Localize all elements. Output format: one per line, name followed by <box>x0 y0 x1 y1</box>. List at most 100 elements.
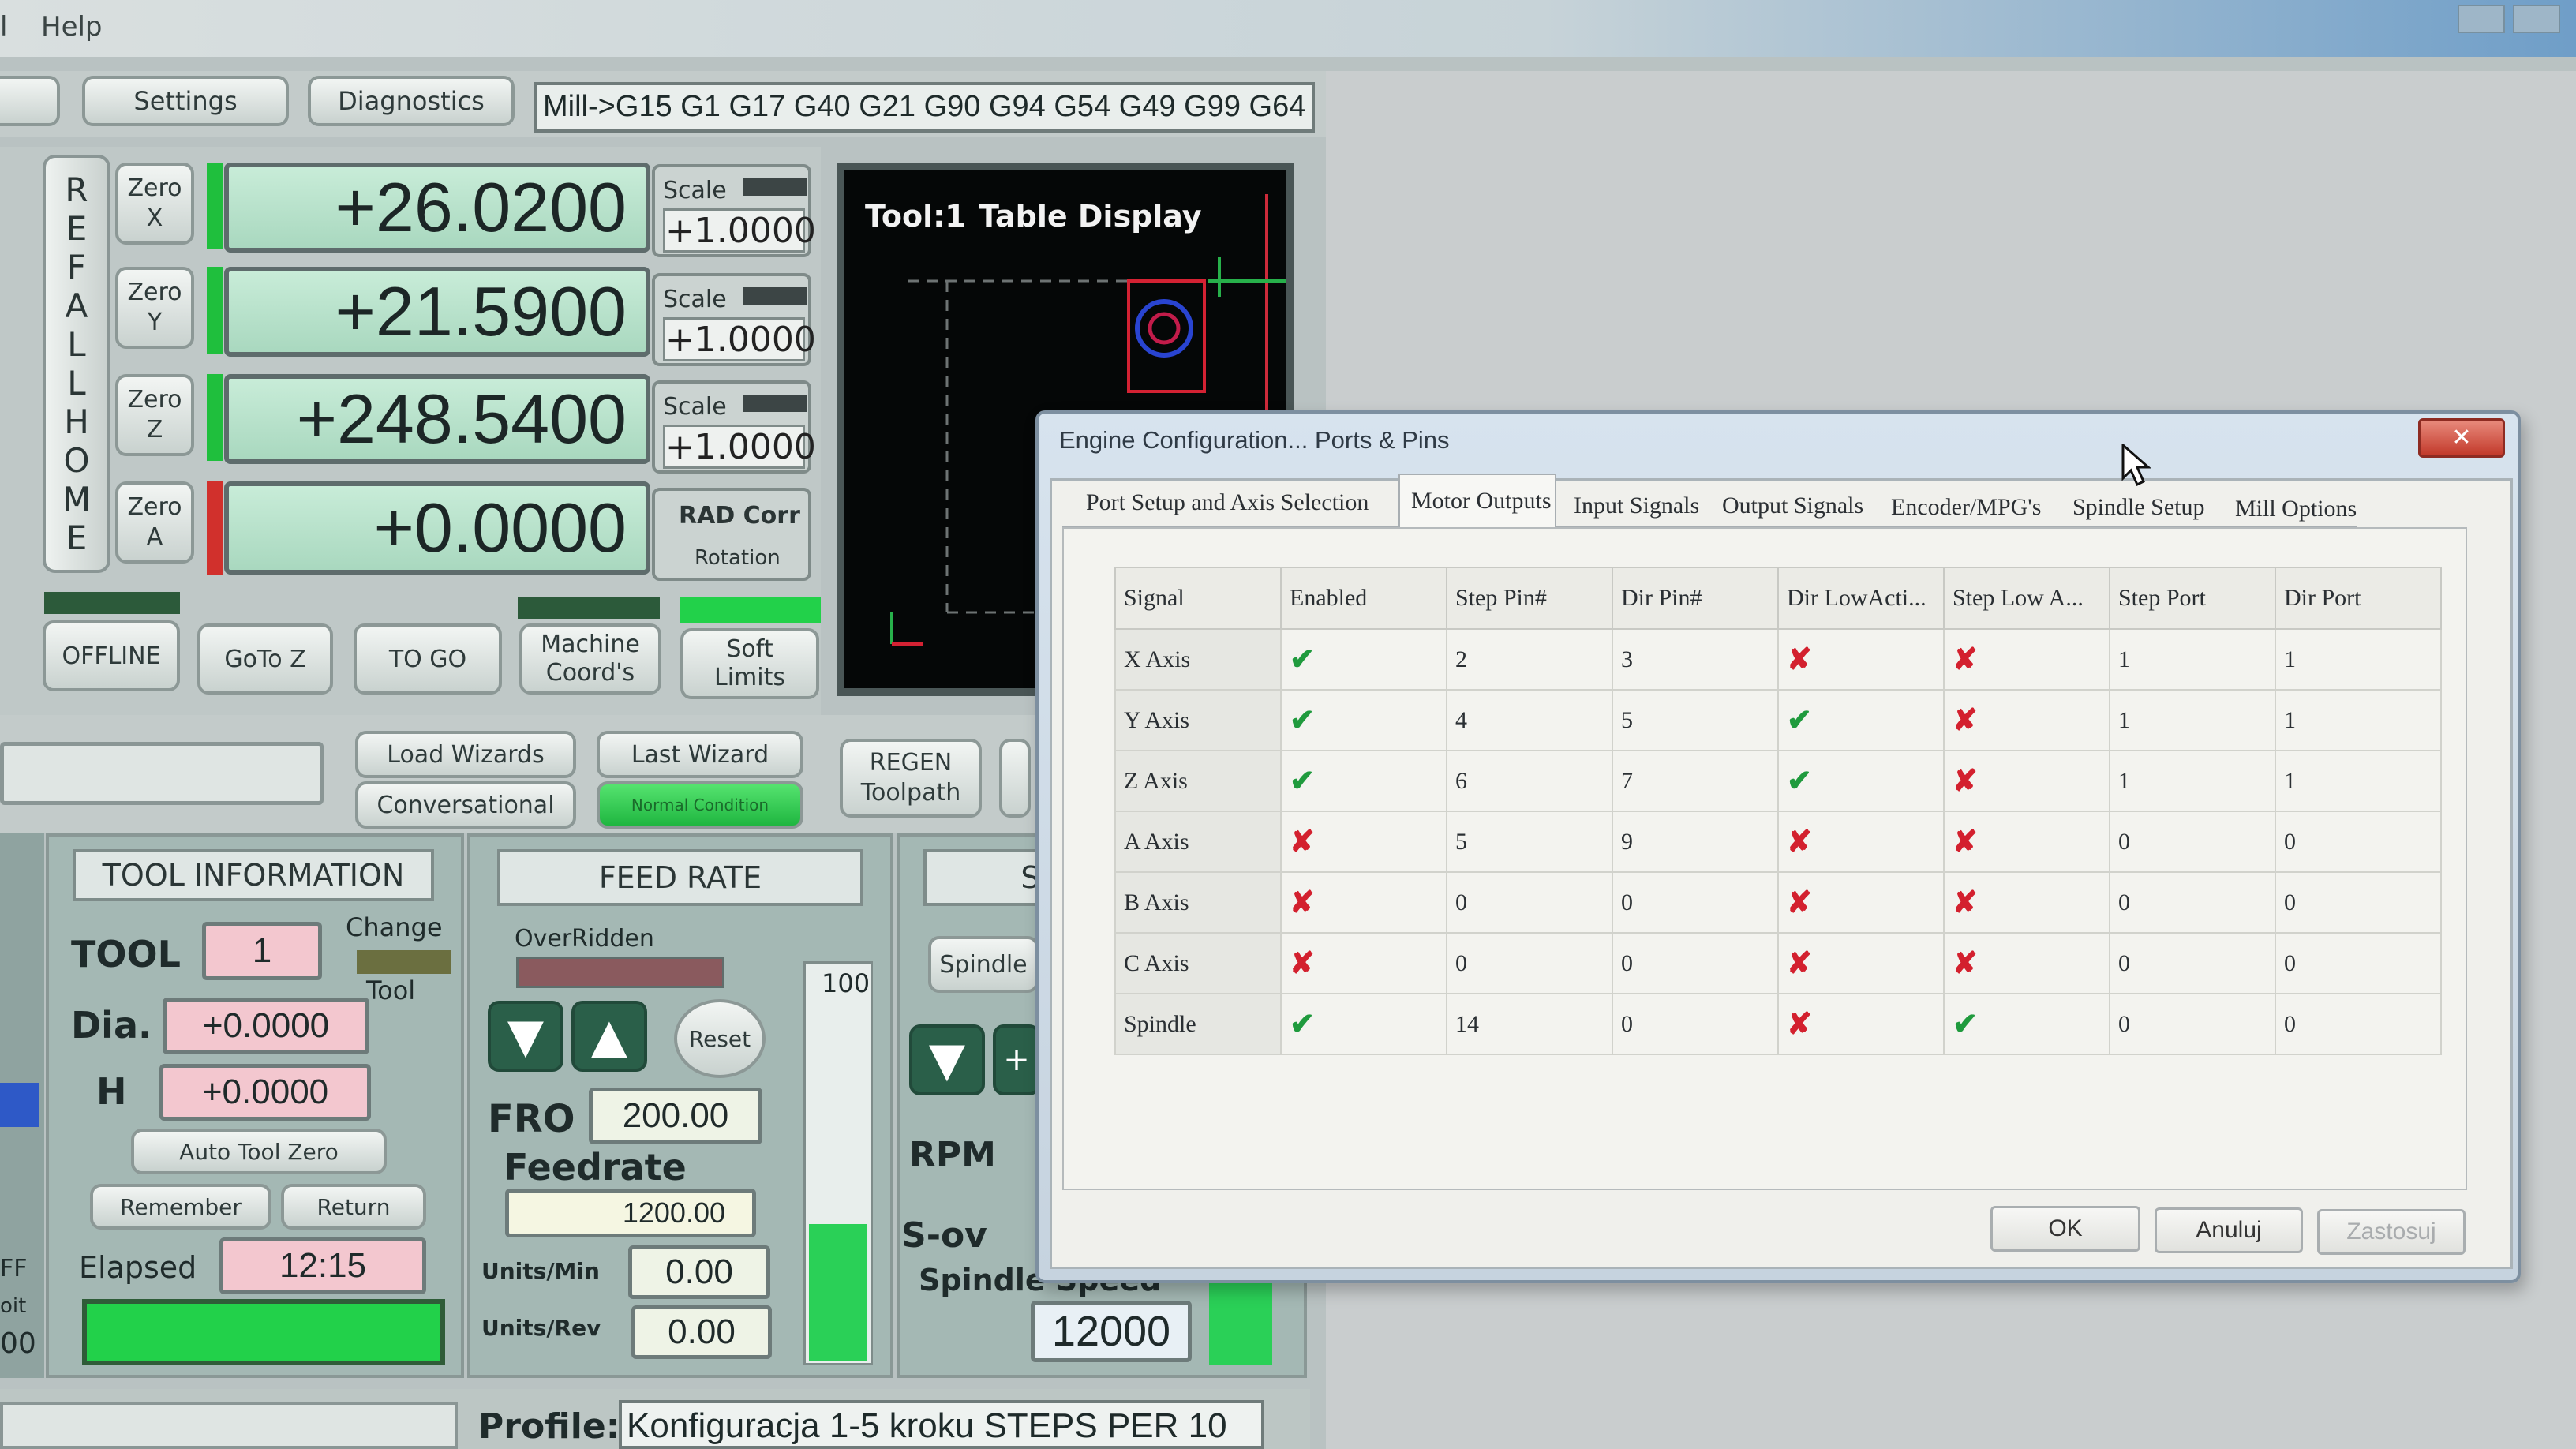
enabled-cell[interactable]: ✘ <box>1280 932 1447 994</box>
dro-z[interactable]: +248.5400 <box>224 374 650 464</box>
enabled-cell[interactable]: ✘ <box>1280 811 1447 873</box>
step-pin-cell[interactable]: 6 <box>1446 750 1613 812</box>
regen-toolpath-button[interactable]: REGEN Toolpath <box>840 739 982 818</box>
feed-down-button[interactable]: ▼ <box>488 1001 564 1072</box>
col-dir-pin[interactable]: Dir Pin# <box>1612 567 1779 630</box>
step-port-cell[interactable]: 1 <box>2109 689 2276 751</box>
feed-slider[interactable]: 100 <box>803 961 873 1365</box>
tab-output-signals[interactable]: Output Signals <box>1722 492 1863 519</box>
step-low-active-cell[interactable]: ✔ <box>1943 993 2110 1055</box>
spindle-up-button[interactable]: + <box>993 1024 1040 1095</box>
dir-port-cell[interactable]: 0 <box>2275 811 2442 873</box>
col-dir-low-active[interactable]: Dir LowActi... <box>1777 567 1945 630</box>
col-enabled[interactable]: Enabled <box>1280 567 1447 630</box>
enabled-cell[interactable]: ✔ <box>1280 750 1447 812</box>
last-wizard-button[interactable]: Last Wizard <box>597 731 803 778</box>
step-low-active-cell[interactable]: ✘ <box>1943 871 2110 934</box>
tab-input-signals[interactable]: Input Signals <box>1574 492 1699 519</box>
signal-cell[interactable]: Y Axis <box>1114 689 1282 751</box>
spindle-down-button[interactable]: ▼ <box>909 1024 985 1095</box>
signal-cell[interactable]: Z Axis <box>1114 750 1282 812</box>
return-button[interactable]: Return <box>281 1184 426 1230</box>
apply-button[interactable]: Zastosuj <box>2317 1209 2466 1255</box>
goto-z-button[interactable]: GoTo Z <box>197 623 333 695</box>
scale-y[interactable]: Scale +1.0000 <box>652 273 816 366</box>
dir-pin-cell[interactable]: 9 <box>1612 811 1779 873</box>
table-row[interactable]: Spindle ✔ 14 0 ✘ ✔ 0 0 <box>1114 993 2442 1055</box>
signal-cell[interactable]: A Axis <box>1114 811 1282 873</box>
signal-cell[interactable]: X Axis <box>1114 628 1282 691</box>
to-go-button[interactable]: TO GO <box>354 623 502 695</box>
table-row[interactable]: A Axis ✘ 5 9 ✘ ✘ 0 0 <box>1114 811 2442 873</box>
remember-button[interactable]: Remember <box>90 1184 271 1230</box>
dir-pin-cell[interactable]: 3 <box>1612 628 1779 691</box>
signal-cell[interactable]: Spindle <box>1114 993 1282 1055</box>
load-wizards-button[interactable]: Load Wizards <box>355 731 576 778</box>
dir-low-active-cell[interactable]: ✘ <box>1777 628 1945 691</box>
dir-port-cell[interactable]: 1 <box>2275 689 2442 751</box>
dir-pin-cell[interactable]: 0 <box>1612 993 1779 1055</box>
table-row[interactable]: C Axis ✘ 0 0 ✘ ✘ 0 0 <box>1114 932 2442 994</box>
next-button-partial[interactable] <box>999 739 1031 818</box>
tab-settings[interactable]: Settings <box>82 76 289 126</box>
step-pin-cell[interactable]: 0 <box>1446 932 1613 994</box>
dir-pin-cell[interactable]: 0 <box>1612 932 1779 994</box>
soft-limits-button[interactable]: Soft Limits <box>680 628 819 699</box>
normal-condition-button[interactable]: Normal Condition <box>597 781 803 829</box>
step-port-cell[interactable]: 1 <box>2109 628 2276 691</box>
enabled-cell[interactable]: ✔ <box>1280 628 1447 691</box>
step-port-cell[interactable]: 0 <box>2109 932 2276 994</box>
auto-tool-zero-button[interactable]: Auto Tool Zero <box>131 1129 387 1174</box>
menu-item-l[interactable]: l <box>0 11 7 43</box>
scale-z[interactable]: Scale +1.0000 <box>652 380 816 474</box>
col-signal[interactable]: Signal <box>1114 567 1282 630</box>
step-port-cell[interactable]: 0 <box>2109 993 2276 1055</box>
feedrate-field[interactable]: 1200.00 <box>505 1189 756 1237</box>
step-low-active-cell[interactable]: ✘ <box>1943 811 2110 873</box>
step-low-active-cell[interactable]: ✘ <box>1943 932 2110 994</box>
step-low-active-cell[interactable]: ✘ <box>1943 689 2110 751</box>
dro-y[interactable]: +21.5900 <box>224 267 650 357</box>
enabled-cell[interactable]: ✔ <box>1280 993 1447 1055</box>
dir-port-cell[interactable]: 1 <box>2275 628 2442 691</box>
signal-cell[interactable]: C Axis <box>1114 932 1282 994</box>
zero-a-button[interactable]: Zero A <box>115 481 194 564</box>
dir-low-active-cell[interactable]: ✘ <box>1777 993 1945 1055</box>
restore-icon[interactable] <box>2513 5 2560 33</box>
step-pin-cell[interactable]: 2 <box>1446 628 1613 691</box>
zero-y-button[interactable]: Zero Y <box>115 267 194 349</box>
motor-outputs-grid[interactable]: Signal Enabled Step Pin# Dir Pin# Dir Lo… <box>1114 567 2442 1055</box>
dir-port-cell[interactable]: 0 <box>2275 932 2442 994</box>
spindle-speed-field[interactable]: 12000 <box>1031 1301 1192 1362</box>
table-row[interactable]: X Axis ✔ 2 3 ✘ ✘ 1 1 <box>1114 628 2442 691</box>
step-low-active-cell[interactable]: ✘ <box>1943 628 2110 691</box>
rad-corr[interactable]: RAD Corr Rotation <box>652 488 811 581</box>
col-dir-port[interactable]: Dir Port <box>2275 567 2442 630</box>
step-port-cell[interactable]: 0 <box>2109 871 2276 934</box>
ref-all-home-button[interactable]: R E F A L L H O M E <box>43 155 110 573</box>
tab-port-setup[interactable]: Port Setup and Axis Selection <box>1086 489 1368 516</box>
step-pin-cell[interactable]: 5 <box>1446 811 1613 873</box>
tab-mill-options[interactable]: Mill Options <box>2235 496 2357 522</box>
dir-port-cell[interactable]: 0 <box>2275 993 2442 1055</box>
tab-encoder-mpg[interactable]: Encoder/MPG's <box>1891 494 2041 521</box>
col-step-port[interactable]: Step Port <box>2109 567 2276 630</box>
spindle-cw-button[interactable]: Spindle <box>928 936 1039 993</box>
dro-a[interactable]: +0.0000 <box>224 481 650 575</box>
tab-left-partial[interactable] <box>0 76 60 126</box>
dir-low-active-cell[interactable]: ✘ <box>1777 811 1945 873</box>
conversational-button[interactable]: Conversational <box>355 781 576 829</box>
offline-button[interactable]: OFFLINE <box>43 620 180 691</box>
machine-coords-button[interactable]: Machine Coord's <box>519 623 661 695</box>
table-row[interactable]: Y Axis ✔ 4 5 ✔ ✘ 1 1 <box>1114 689 2442 751</box>
step-port-cell[interactable]: 1 <box>2109 750 2276 812</box>
dir-pin-cell[interactable]: 5 <box>1612 689 1779 751</box>
dir-low-active-cell[interactable]: ✔ <box>1777 689 1945 751</box>
dir-pin-cell[interactable]: 7 <box>1612 750 1779 812</box>
dir-port-cell[interactable]: 0 <box>2275 871 2442 934</box>
enabled-cell[interactable]: ✔ <box>1280 689 1447 751</box>
tab-diagnostics[interactable]: Diagnostics <box>308 76 515 126</box>
col-step-pin[interactable]: Step Pin# <box>1446 567 1613 630</box>
ok-button[interactable]: OK <box>1990 1206 2140 1252</box>
zero-x-button[interactable]: Zero X <box>115 163 194 245</box>
